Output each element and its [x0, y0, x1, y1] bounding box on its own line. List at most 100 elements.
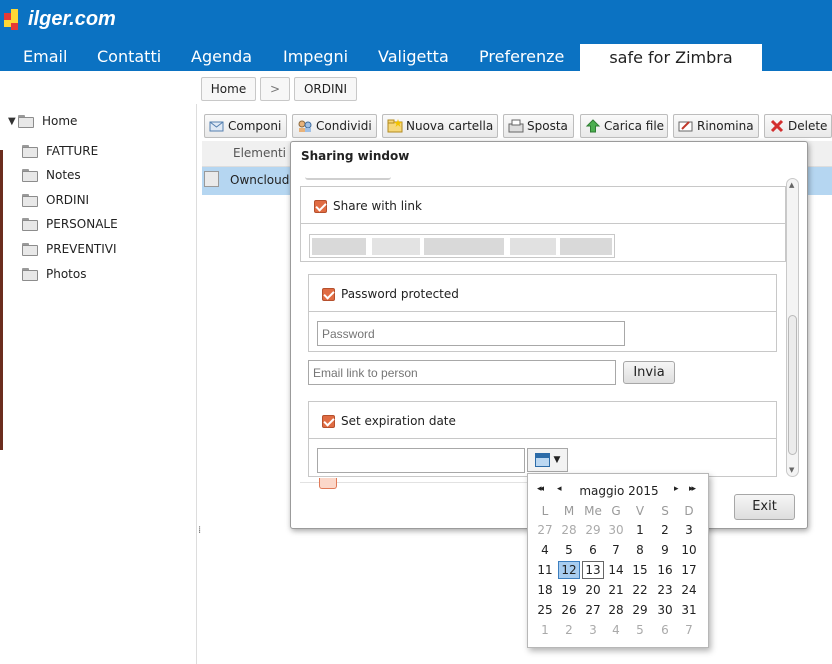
email-link-input[interactable] [308, 360, 616, 385]
splitter-grip-icon[interactable]: ⁞ [198, 525, 201, 536]
share-with-link-checkbox[interactable] [314, 199, 327, 213]
exit-button[interactable]: Exit [734, 494, 795, 520]
tab-agenda[interactable]: Agenda [191, 44, 252, 66]
password-protected-checkbox-row[interactable]: Password protected [322, 287, 459, 301]
calendar-day[interactable]: 17 [678, 561, 700, 579]
calendar-day[interactable]: 7 [605, 541, 627, 559]
share-with-link-checkbox-row[interactable]: Share with link [314, 199, 422, 213]
calendar-day[interactable]: 9 [654, 541, 676, 559]
send-button[interactable]: Invia [623, 361, 675, 384]
tab-safe-for-zimbra[interactable]: safe for Zimbra [580, 44, 762, 71]
calendar-day[interactable]: 27 [534, 521, 556, 539]
calendar-day[interactable]: 29 [582, 521, 604, 539]
calendar-day[interactable]: 28 [605, 601, 627, 619]
next-year-icon[interactable]: ▸▸ [689, 484, 696, 494]
calendar-day[interactable]: 15 [629, 561, 651, 579]
scroll-down-icon[interactable]: ▼ [789, 466, 794, 474]
tab-contatti[interactable]: Contatti [97, 44, 161, 66]
tree-item-preventivi[interactable]: PREVENTIVI [22, 240, 117, 258]
tab-valigetta[interactable]: Valigetta [378, 44, 449, 66]
calendar-weekday: S [661, 504, 669, 518]
folder-icon [22, 193, 38, 207]
calendar-day[interactable]: 4 [605, 621, 627, 639]
upload-button[interactable]: Carica file [580, 114, 668, 138]
calendar-day[interactable]: 7 [678, 621, 700, 639]
tab-impegni[interactable]: Impegni [283, 44, 348, 66]
calendar-day[interactable]: 10 [678, 541, 700, 559]
collapse-triangle-icon[interactable]: ▼ [8, 116, 18, 127]
calendar-day[interactable]: 8 [629, 541, 651, 559]
calendar-day[interactable]: 16 [654, 561, 676, 579]
dialog-scrollbar[interactable]: ▲ ▼ [786, 178, 799, 477]
tree-item-notes[interactable]: Notes [22, 166, 81, 184]
calendar-day[interactable]: 30 [654, 601, 676, 619]
calendar-header: ◂◂ ◂ maggio 2015 ▸ ▸▸ [528, 484, 710, 500]
tab-email[interactable]: Email [23, 44, 67, 66]
calendar-day[interactable]: 1 [629, 521, 651, 539]
tab-preferenze[interactable]: Preferenze [479, 44, 564, 66]
next-month-icon[interactable]: ▸ [674, 484, 679, 494]
calendar-day[interactable]: 23 [654, 581, 676, 599]
tree-item-fatture[interactable]: FATTURE [22, 142, 98, 160]
rename-label: Rinomina [697, 119, 754, 133]
calendar-day[interactable]: 24 [678, 581, 700, 599]
new-folder-button[interactable]: Nuova cartella [382, 114, 498, 138]
move-button[interactable]: Sposta [503, 114, 574, 138]
prev-year-icon[interactable]: ◂◂ [537, 484, 544, 494]
calendar-day[interactable]: 6 [654, 621, 676, 639]
scrollbar-thumb[interactable] [788, 315, 797, 455]
calendar-day[interactable]: 5 [629, 621, 651, 639]
calendar-day[interactable]: 5 [558, 541, 580, 559]
set-expiration-checkbox-row[interactable]: Set expiration date [322, 414, 456, 428]
scroll-up-icon[interactable]: ▲ [789, 181, 794, 189]
logo-mark-icon [4, 8, 26, 31]
list-item-label: Owncloud [230, 173, 290, 187]
calendar-day[interactable]: 20 [582, 581, 604, 599]
calendar-day[interactable]: 22 [629, 581, 651, 599]
share-link-field[interactable] [309, 234, 615, 258]
calendar-day[interactable]: 28 [558, 521, 580, 539]
calendar-day[interactable]: 6 [582, 541, 604, 559]
breadcrumb-current[interactable]: ORDINI [294, 77, 357, 101]
compose-button[interactable]: Componi [204, 114, 287, 138]
tree-item-personale[interactable]: PERSONALE [22, 215, 118, 233]
calendar-day[interactable]: 3 [582, 621, 604, 639]
delete-button[interactable]: Delete [764, 114, 832, 138]
calendar-day[interactable]: 11 [534, 561, 556, 579]
tree-item-photos[interactable]: Photos [22, 265, 86, 283]
calendar-day[interactable]: 21 [605, 581, 627, 599]
calendar-day[interactable]: 14 [605, 561, 627, 579]
share-button[interactable]: Condividi [292, 114, 377, 138]
calendar-day[interactable]: 19 [558, 581, 580, 599]
breadcrumb-home[interactable]: Home [201, 77, 256, 101]
prev-month-icon[interactable]: ◂ [557, 484, 562, 494]
move-label: Sposta [527, 119, 568, 133]
calendar-day[interactable]: 29 [629, 601, 651, 619]
calendar-day[interactable]: 18 [534, 581, 556, 599]
tree-item-label: PREVENTIVI [46, 242, 117, 256]
tree-item-label: Photos [46, 267, 87, 281]
share-label: Condividi [316, 119, 372, 133]
calendar-day[interactable]: 4 [534, 541, 556, 559]
password-protected-checkbox[interactable] [322, 287, 335, 301]
calendar-day[interactable]: 27 [582, 601, 604, 619]
column-header-elementi[interactable]: Elementi [233, 146, 286, 160]
calendar-day[interactable]: 2 [558, 621, 580, 639]
rename-button[interactable]: Rinomina [673, 114, 759, 138]
calendar-day[interactable]: 3 [678, 521, 700, 539]
calendar-day[interactable]: 26 [558, 601, 580, 619]
date-picker-button[interactable]: ▼ [527, 448, 568, 472]
calendar-day[interactable]: 2 [654, 521, 676, 539]
password-protected-label: Password protected [341, 287, 459, 301]
set-expiration-checkbox[interactable] [322, 414, 335, 428]
tree-item-ordini[interactable]: ORDINI [22, 191, 89, 209]
calendar-day[interactable]: 1 [534, 621, 556, 639]
calendar-day[interactable]: 30 [605, 521, 627, 539]
calendar-day[interactable]: 25 [534, 601, 556, 619]
password-input[interactable] [317, 321, 625, 346]
calendar-day[interactable]: 12 [558, 561, 580, 579]
expiration-date-input[interactable] [317, 448, 525, 473]
calendar-day[interactable]: 13 [582, 561, 604, 579]
calendar-day[interactable]: 31 [678, 601, 700, 619]
tree-root[interactable]: ▼ Home [8, 112, 77, 130]
